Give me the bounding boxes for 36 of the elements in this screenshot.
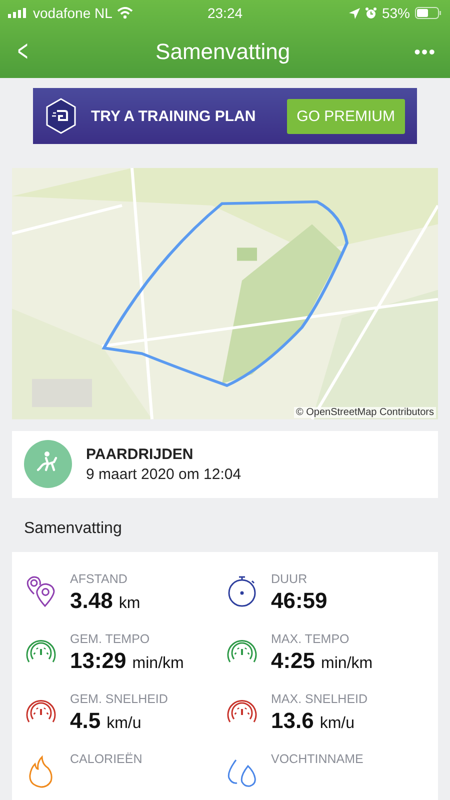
location-arrow-icon xyxy=(348,8,360,18)
stat-label: AFSTAND xyxy=(70,572,128,586)
stat-unit: min/km xyxy=(321,655,373,673)
stat-label: GEM. SNELHEID xyxy=(70,692,168,706)
stat-value: 46:59 xyxy=(271,588,328,614)
stat-label: VOCHTINNAME xyxy=(271,752,364,766)
stat-unit: km/u xyxy=(320,715,354,733)
stat-value: 4.5 xyxy=(70,708,101,734)
battery-percentage: 53% xyxy=(382,5,410,21)
stat-label: MAX. SNELHEID xyxy=(271,692,368,706)
stat-label: CALORIEËN xyxy=(70,752,142,766)
stat-unit: km xyxy=(118,595,140,613)
stat-value: 13:29 xyxy=(70,648,126,674)
clock-time: 23:24 xyxy=(207,5,243,21)
battery-icon xyxy=(415,7,442,19)
stat-label: GEM. TEMPO xyxy=(70,632,151,646)
signal-icon xyxy=(8,8,28,18)
carrier-name: vodafone NL xyxy=(33,5,112,21)
stat-value: 3.48 xyxy=(70,588,113,614)
stat-unit: min/km xyxy=(132,655,184,673)
more-button[interactable]: ••• xyxy=(410,42,440,62)
screen-title: Samenvatting xyxy=(156,39,290,65)
activity-date: 9 maart 2020 om 12:04 xyxy=(86,466,242,483)
alarm-icon xyxy=(364,7,377,19)
go-premium-button[interactable]: GO PREMIUM xyxy=(286,98,405,134)
section-heading: Samenvatting xyxy=(24,520,123,538)
map-attribution: © OpenStreetMap Contributors xyxy=(294,406,436,418)
stat-value: 13.6 xyxy=(271,708,314,734)
stat-value: 4:25 xyxy=(271,648,316,674)
banner-text: TRY A TRAINING PLAN xyxy=(91,108,257,125)
stat-label: MAX. TEMPO xyxy=(271,632,350,646)
stat-label: DUUR xyxy=(271,572,308,586)
wifi-icon xyxy=(117,7,134,19)
stat-unit: km/u xyxy=(106,715,142,733)
back-button[interactable]: < xyxy=(15,35,30,69)
activity-type: PAARDRIJDEN xyxy=(86,446,194,463)
